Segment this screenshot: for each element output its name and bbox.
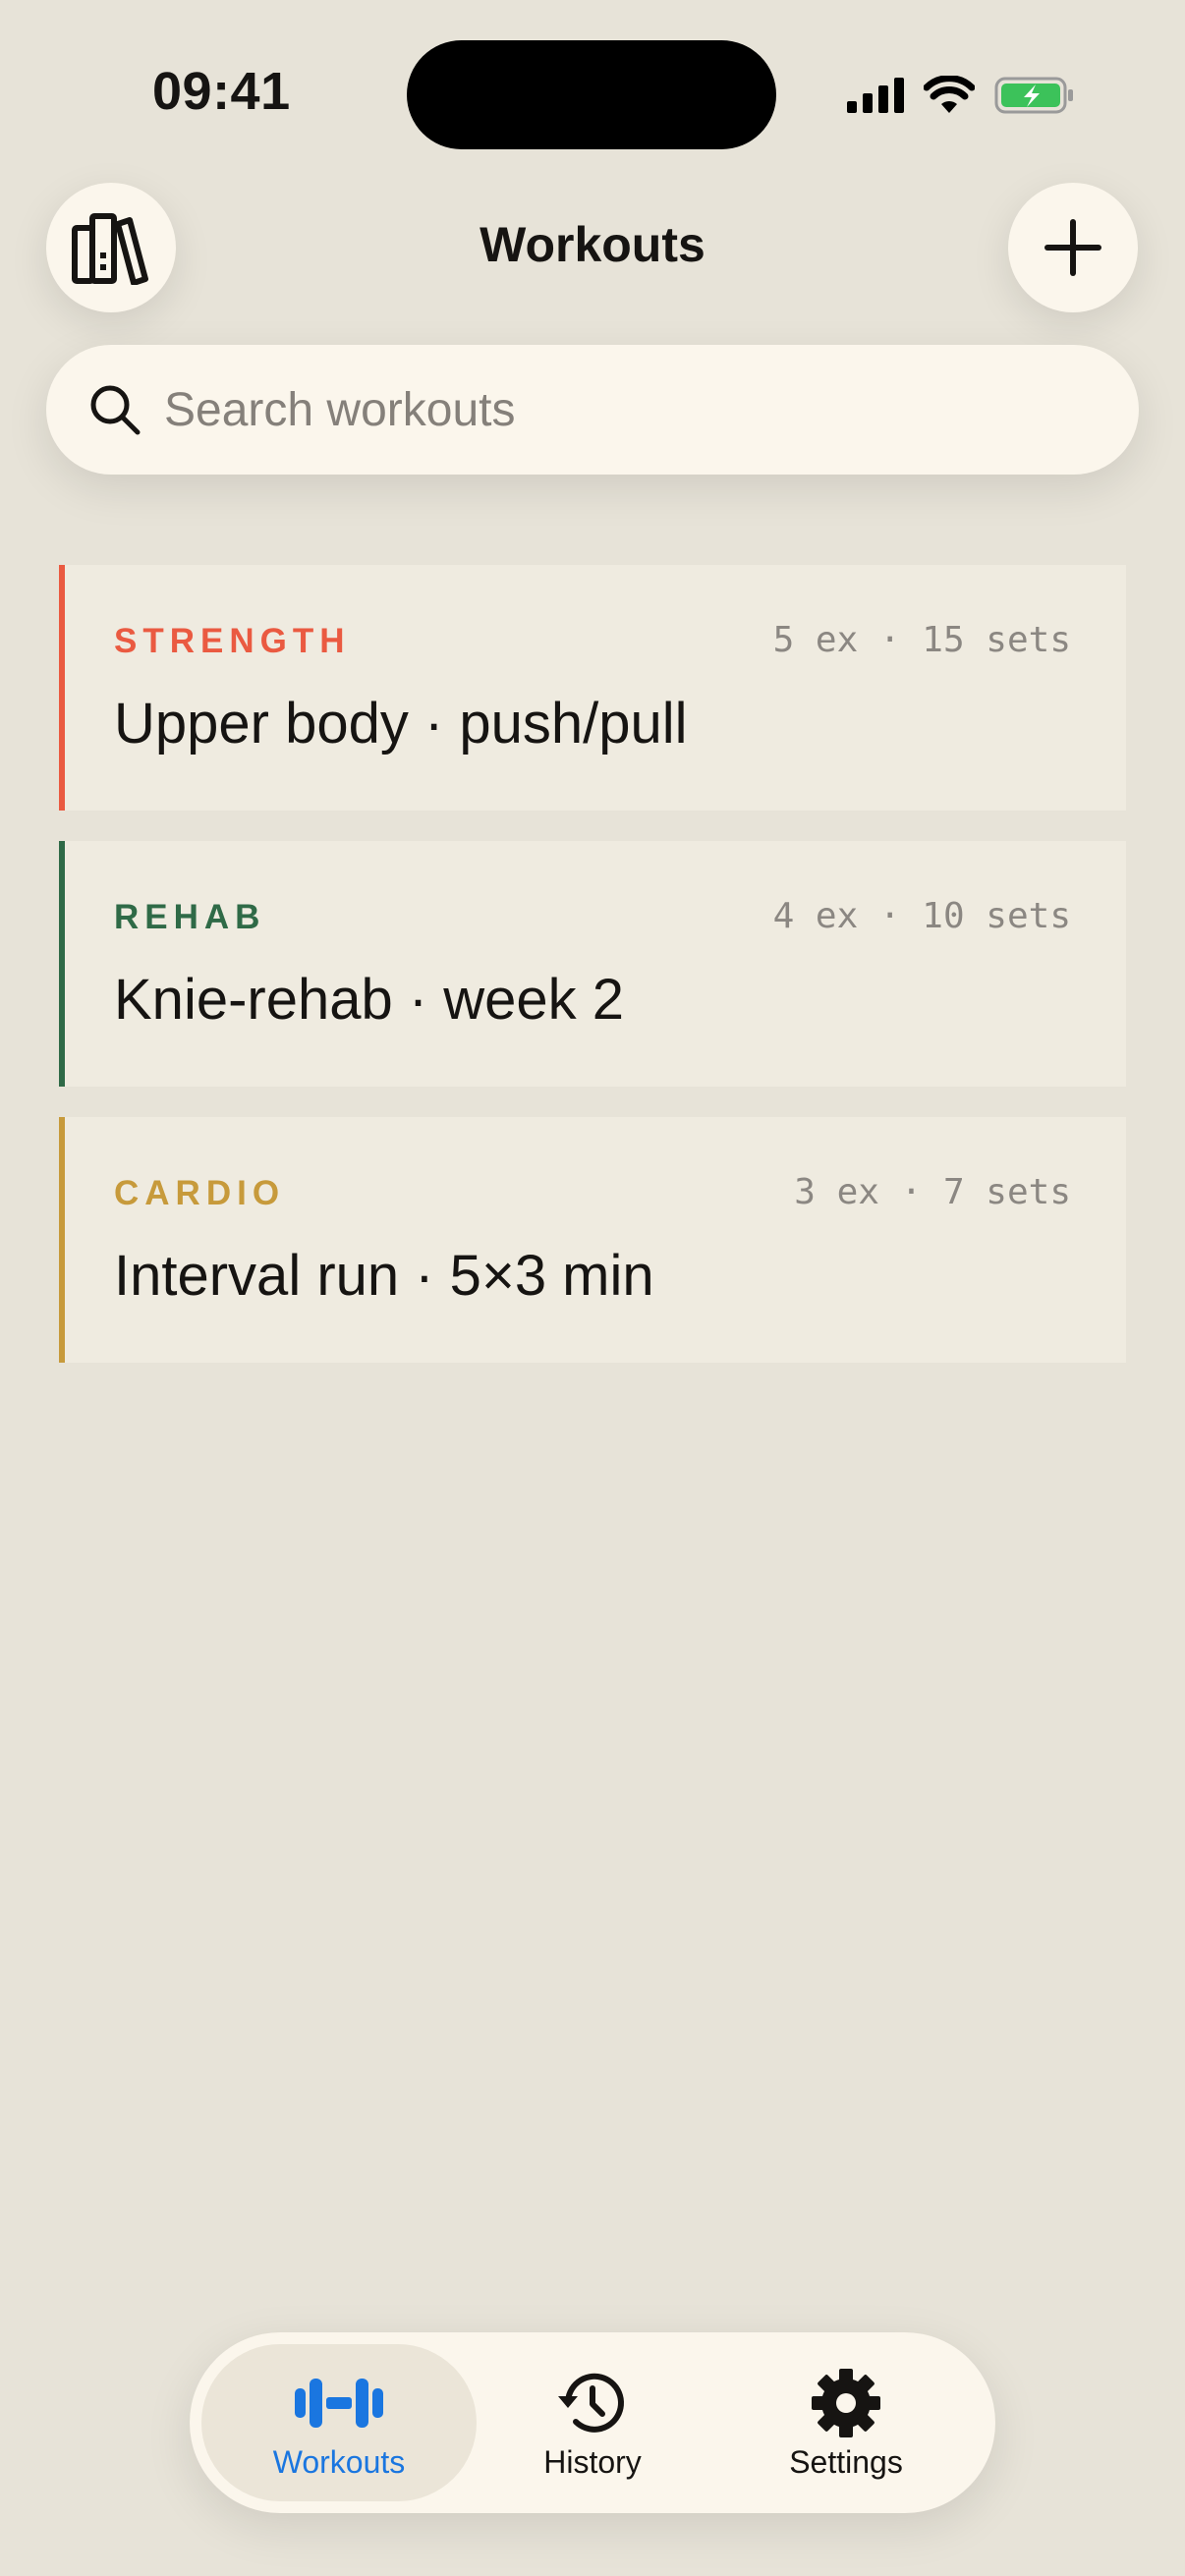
workout-meta: 5 ex · 15 sets bbox=[772, 620, 1071, 660]
workout-card-rehab[interactable]: REHAB 4 ex · 10 sets Knie-rehab · week 2 bbox=[59, 841, 1126, 1087]
dynamic-island bbox=[407, 40, 776, 149]
dumbbell-icon bbox=[295, 2379, 383, 2428]
workout-card-cardio[interactable]: CARDIO 3 ex · 7 sets Interval run · 5×3 … bbox=[59, 1117, 1126, 1363]
workout-card-strength[interactable]: STRENGTH 5 ex · 15 sets Upper body · pus… bbox=[59, 565, 1126, 811]
wifi-icon bbox=[924, 76, 975, 113]
search-input[interactable] bbox=[162, 381, 1050, 438]
tab-label: Settings bbox=[789, 2444, 903, 2480]
add-workout-button[interactable] bbox=[1008, 183, 1138, 312]
workout-meta: 4 ex · 10 sets bbox=[772, 896, 1071, 936]
tab-workouts[interactable]: Workouts bbox=[201, 2344, 477, 2501]
battery-charging-icon bbox=[994, 77, 1073, 114]
workout-title: Interval run · 5×3 min bbox=[114, 1244, 654, 1308]
cellular-signal-icon bbox=[847, 78, 904, 113]
tab-settings[interactable]: Settings bbox=[708, 2344, 984, 2501]
workout-category: CARDIO bbox=[114, 1174, 286, 1212]
gear-icon bbox=[812, 2369, 880, 2437]
workout-title: Upper body · push/pull bbox=[114, 692, 688, 756]
tab-history[interactable]: History bbox=[455, 2344, 730, 2501]
search-icon bbox=[90, 385, 141, 435]
status-icons bbox=[847, 71, 1075, 120]
tab-bar: Workouts History Settings bbox=[190, 2332, 995, 2513]
plus-icon bbox=[1044, 219, 1101, 276]
workout-category: STRENGTH bbox=[114, 622, 351, 660]
history-icon bbox=[558, 2373, 624, 2433]
workout-meta: 3 ex · 7 sets bbox=[794, 1172, 1071, 1212]
tab-label: Workouts bbox=[272, 2444, 406, 2480]
status-time: 09:41 bbox=[152, 62, 291, 121]
workout-category: REHAB bbox=[114, 898, 266, 936]
search-bar[interactable] bbox=[46, 345, 1139, 475]
workout-title: Knie-rehab · week 2 bbox=[114, 968, 625, 1032]
tab-label: History bbox=[543, 2444, 642, 2480]
